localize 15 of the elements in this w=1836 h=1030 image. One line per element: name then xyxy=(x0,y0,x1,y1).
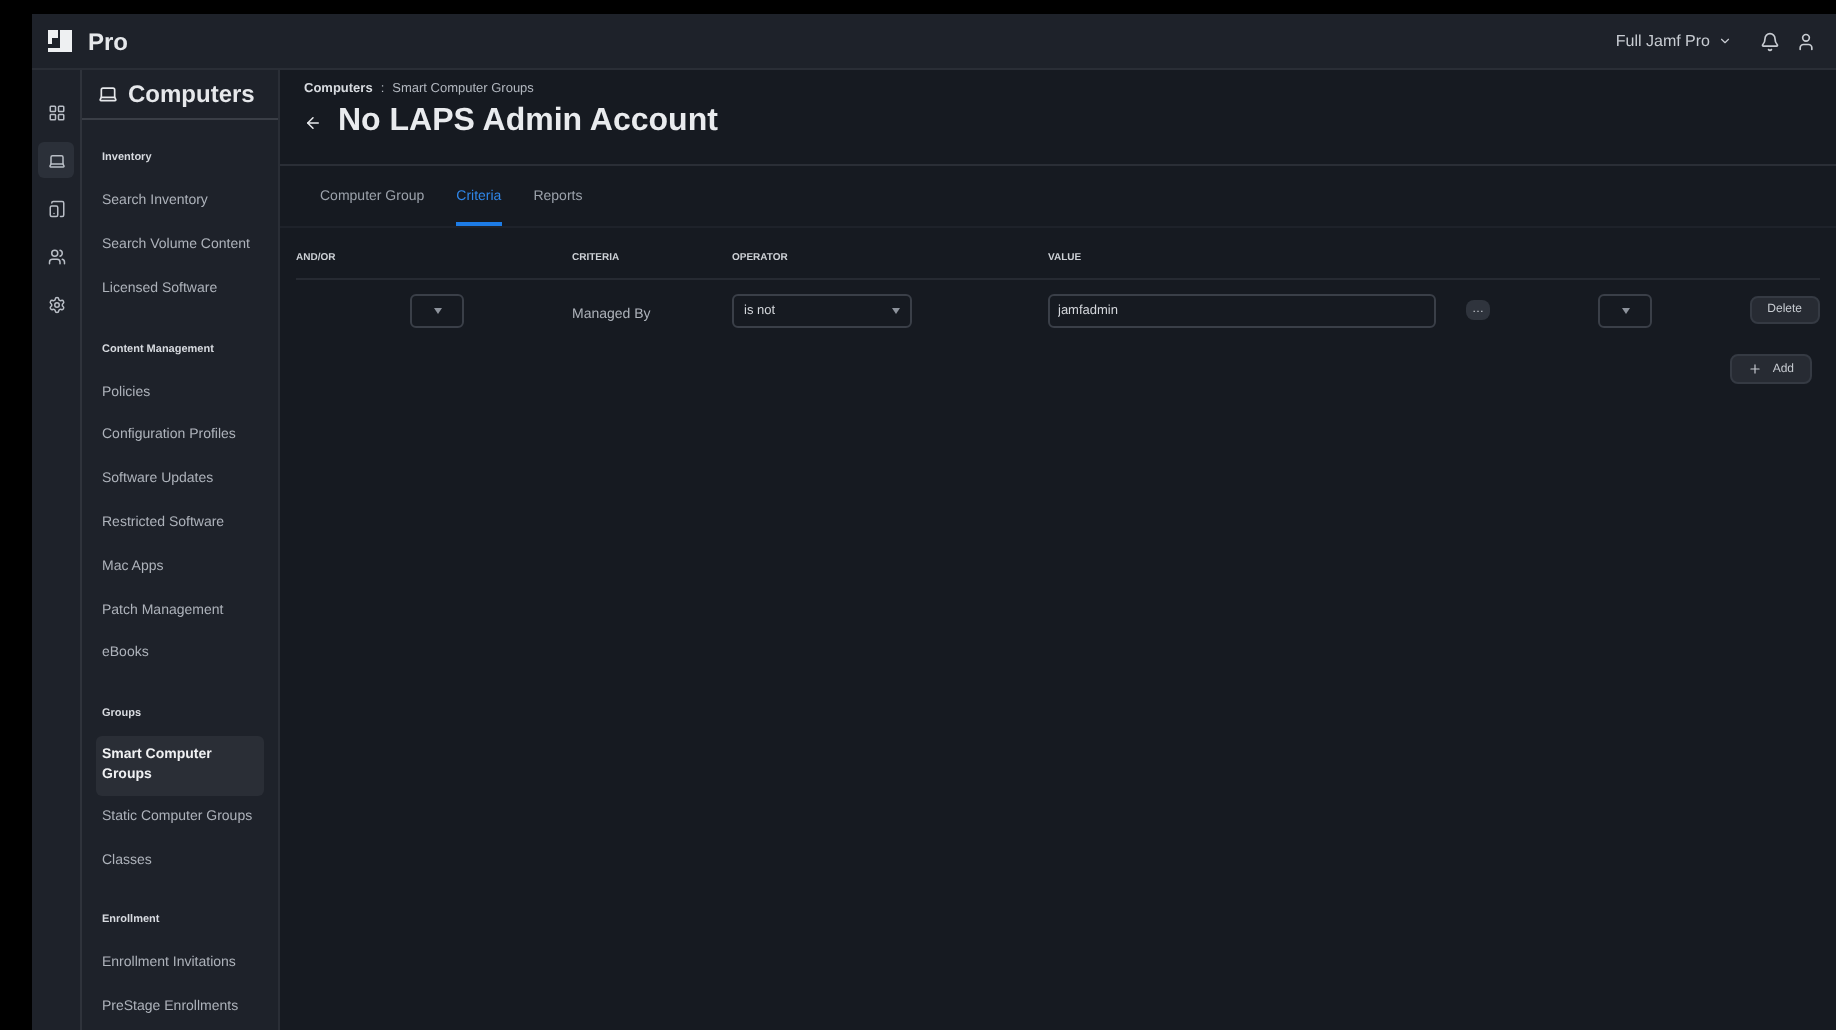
chevron-icon xyxy=(1718,34,1732,48)
laptop-icon[interactable] xyxy=(38,142,74,178)
user-icon[interactable] xyxy=(1796,31,1816,51)
back-icon[interactable] xyxy=(304,113,322,131)
environment-menu[interactable]: Full Jamf Pro xyxy=(1603,30,1744,52)
laptop-icon xyxy=(98,84,118,105)
product-name: Pro xyxy=(88,27,129,55)
page-title: No LAPS Admin Account xyxy=(338,104,718,140)
sidebar-title: Computers xyxy=(128,80,255,109)
caret-icon xyxy=(433,307,441,313)
caret-icon xyxy=(892,307,900,313)
caret-icon xyxy=(1621,307,1629,313)
bell-icon[interactable] xyxy=(1760,31,1780,51)
logo-icon xyxy=(48,30,72,52)
plus-icon xyxy=(1748,362,1763,376)
